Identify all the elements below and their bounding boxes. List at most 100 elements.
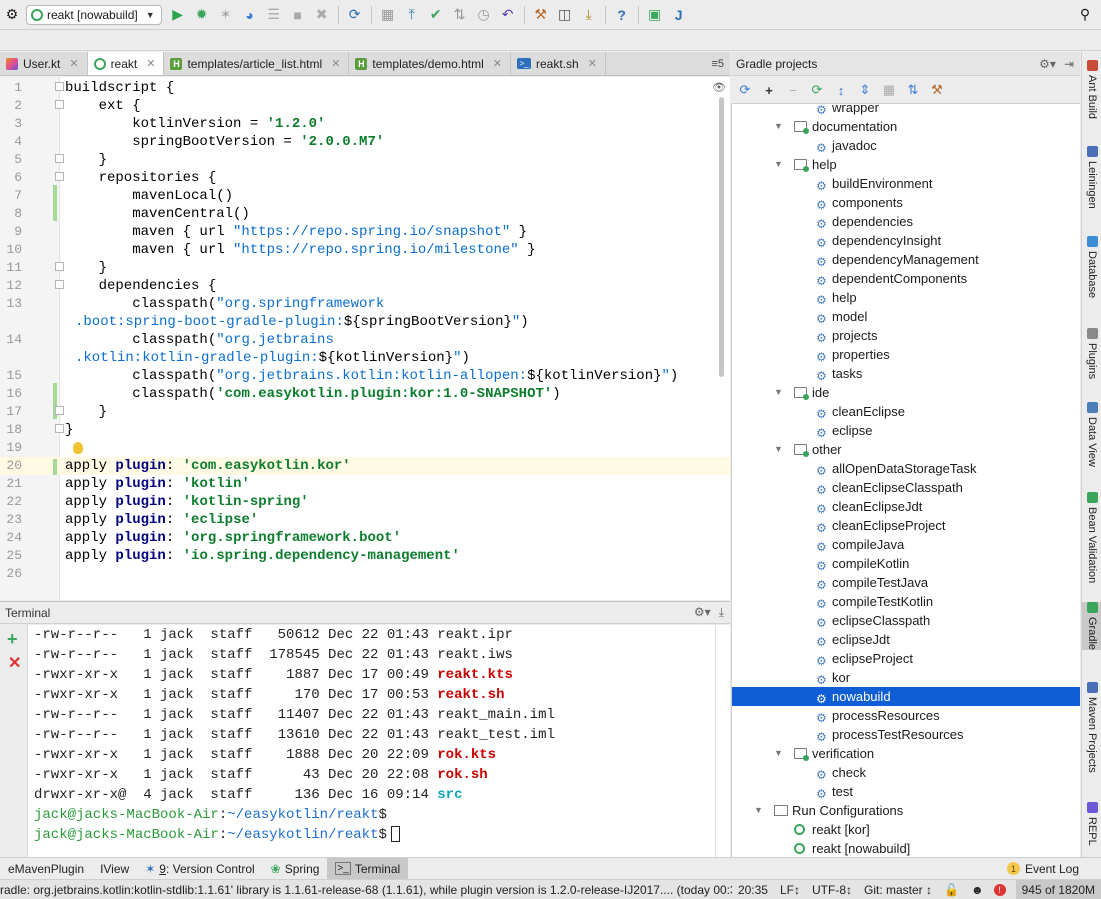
run-config-selector[interactable]: reakt [nowabuild] ▼ — [26, 4, 162, 25]
gradle-task-item[interactable]: ⚙ cleanEclipseJdt — [732, 497, 1080, 516]
line-separator[interactable]: LF↕ — [774, 883, 806, 897]
status-message[interactable]: radle: org.jetbrains.kotlin:kotlin-stdli… — [0, 883, 732, 897]
code-line[interactable]: 25 apply plugin: 'io.spring.dependency-ma… — [0, 547, 730, 565]
gradle-task-item[interactable]: ⚙ eclipseClasspath — [732, 611, 1080, 630]
gradle-task-item[interactable]: ⚙ eclipseProject — [732, 649, 1080, 668]
code-line[interactable]: 13 classpath("org.springframework — [0, 295, 730, 313]
fold-marker[interactable] — [55, 172, 64, 181]
expand-toggle-icon[interactable]: ▼ — [774, 440, 783, 459]
tool-window-maven-plugin[interactable]: eMavenPlugin — [0, 858, 92, 880]
expand-toggle-icon[interactable]: ▼ — [754, 801, 763, 820]
inspector-icon[interactable]: ☻ — [965, 883, 990, 897]
sidebar-tool-plugins[interactable]: Plugins — [1082, 328, 1101, 379]
add-icon[interactable]: + — [761, 82, 777, 98]
file-encoding[interactable]: UTF-8↕ — [806, 883, 858, 897]
stop-icon[interactable]: ■ — [288, 5, 308, 25]
expand-toggle-icon[interactable]: ▼ — [774, 117, 783, 136]
project-structure-icon[interactable]: ▦ — [378, 5, 398, 25]
fold-marker[interactable] — [55, 100, 64, 109]
tab-demo-html[interactable]: H templates/demo.html ✕ — [349, 52, 512, 75]
sidebar-tool-repl[interactable]: REPL — [1082, 802, 1101, 846]
code-line[interactable]: 2 ext { — [0, 97, 730, 115]
sidebar-tool-ant-build[interactable]: Ant Build — [1082, 60, 1101, 119]
gradle-task-item[interactable]: ⚙ processResources — [732, 706, 1080, 725]
attach-icon[interactable]: ✖ — [312, 5, 332, 25]
code-line[interactable]: .kotlin:kotlin-gradle-plugin:${kotlinVer… — [0, 349, 730, 367]
vcs-compare-icon[interactable]: ⇅ — [450, 5, 470, 25]
gradle-task-item[interactable]: ⚙ dependencyInsight — [732, 231, 1080, 250]
gradle-task-item[interactable]: ⚙ compileKotlin — [732, 554, 1080, 573]
tab-user-kt[interactable]: User.kt ✕ — [0, 52, 88, 75]
gradle-task-item[interactable]: ⚙ projects — [732, 326, 1080, 345]
help-icon[interactable]: ? — [612, 5, 632, 25]
gradle-group-item[interactable]: ▼ other — [732, 440, 1080, 459]
event-log-button[interactable]: 1 Event Log — [1006, 862, 1101, 876]
vcs-history-icon[interactable]: ◷ — [474, 5, 494, 25]
code-line[interactable]: 11 } — [0, 259, 730, 277]
debug-icon[interactable]: ✹ — [192, 5, 212, 25]
code-line[interactable]: 19 — [0, 439, 730, 457]
code-line[interactable]: 4 springBootVersion = '2.0.0.M7' — [0, 133, 730, 151]
gradle-task-item[interactable]: ⚙ dependentComponents — [732, 269, 1080, 288]
fold-marker[interactable] — [55, 82, 64, 91]
error-icon[interactable]: ! — [993, 883, 1006, 896]
gradle-task-item[interactable]: ⚙ allOpenDataStorageTask — [732, 459, 1080, 478]
code-line[interactable]: 14 classpath("org.jetbrains — [0, 331, 730, 349]
gradle-task-item[interactable]: ⚙ help — [732, 288, 1080, 307]
code-line[interactable]: 6 repositories { — [0, 169, 730, 187]
preview-eye-icon[interactable]: 👁 — [712, 81, 726, 94]
gradle-group-item[interactable]: ▼ documentation — [732, 117, 1080, 136]
code-line[interactable]: 17 } — [0, 403, 730, 421]
gradle-task-item[interactable]: ⚙ test — [732, 782, 1080, 801]
expand-toggle-icon[interactable]: ▼ — [774, 744, 783, 763]
fold-marker[interactable] — [55, 280, 64, 289]
toggle-offline-icon[interactable]: ⇅ — [905, 82, 921, 98]
gradle-task-item[interactable]: ⚙ cleanEclipseProject — [732, 516, 1080, 535]
profile-icon[interactable]: ◕ — [240, 5, 260, 25]
plugin-icon[interactable]: ▣ — [645, 5, 665, 25]
collapse-all-icon[interactable]: ⇕ — [857, 82, 873, 98]
vcs-revert-icon[interactable]: ↶ — [498, 5, 518, 25]
code-line[interactable]: 18} — [0, 421, 730, 439]
tool-window-iview[interactable]: IView — [92, 858, 137, 880]
sidebar-tool-gradle[interactable]: Gradle — [1082, 602, 1101, 651]
gradle-task-item[interactable]: ⚙ model — [732, 307, 1080, 326]
gradle-group-item[interactable]: ▼ Run Configurations — [732, 801, 1080, 820]
code-line[interactable]: 24 apply plugin: 'org.springframework.boo… — [0, 529, 730, 547]
git-branch[interactable]: Git: master ↕ — [858, 883, 938, 897]
code-line[interactable]: 22 apply plugin: 'kotlin-spring' — [0, 493, 730, 511]
gradle-task-item[interactable]: ⚙ eclipse — [732, 421, 1080, 440]
remove-icon[interactable]: − — [785, 82, 801, 98]
download-icon[interactable]: ⤓ — [579, 5, 599, 25]
sidebar-tool-leiningen[interactable]: Leiningen — [1082, 146, 1101, 209]
expand-toggle-icon[interactable]: ▼ — [774, 383, 783, 402]
run-settings-icon[interactable]: ⚙ — [2, 5, 22, 25]
terminal-output[interactable]: -rw-r--r-- 1 jack staff 50612 Dec 22 01:… — [28, 625, 730, 857]
terminal-scroll-track[interactable] — [715, 625, 716, 857]
code-line[interactable]: 3 kotlinVersion = '1.2.0' — [0, 115, 730, 133]
gradle-task-item[interactable]: ⚙ compileJava — [732, 535, 1080, 554]
search-icon[interactable]: ⚲ — [1075, 5, 1095, 25]
gradle-task-item[interactable]: ⚙ tasks — [732, 364, 1080, 383]
code-line[interactable]: 10 maven { url "https://repo.spring.io/m… — [0, 241, 730, 259]
build-icon[interactable]: ☰ — [264, 5, 284, 25]
refresh-icon[interactable]: ⟳ — [737, 82, 753, 98]
code-line[interactable]: 20 apply plugin: 'com.easykotlin.kor' — [0, 457, 730, 475]
memory-indicator[interactable]: 945 of 1820M — [1015, 880, 1101, 899]
code-line[interactable]: 7 mavenLocal() — [0, 187, 730, 205]
fold-marker[interactable] — [55, 154, 64, 163]
gradle-task-item[interactable]: ⚙ cleanEclipse — [732, 402, 1080, 421]
tab-article-list-html[interactable]: H templates/article_list.html ✕ — [164, 52, 350, 75]
coverage-icon[interactable]: ✶ — [216, 5, 236, 25]
gear-icon[interactable]: ⚙▾ — [1039, 57, 1056, 71]
run-config-item[interactable]: reakt [nowabuild] — [732, 839, 1080, 857]
fold-marker[interactable] — [55, 406, 64, 415]
gradle-task-item[interactable]: ⚙ compileTestKotlin — [732, 592, 1080, 611]
code-line[interactable]: 23 apply plugin: 'eclipse' — [0, 511, 730, 529]
execute-task-icon[interactable]: ⟳ — [809, 82, 825, 98]
caret-position[interactable]: 20:35 — [732, 883, 774, 897]
gradle-settings-icon[interactable]: ⚒ — [929, 82, 945, 98]
gradle-task-item[interactable]: ⚙ wrapper — [732, 104, 1080, 117]
expand-all-icon[interactable]: ↕ — [833, 82, 849, 98]
gradle-task-item[interactable]: ⚙ components — [732, 193, 1080, 212]
